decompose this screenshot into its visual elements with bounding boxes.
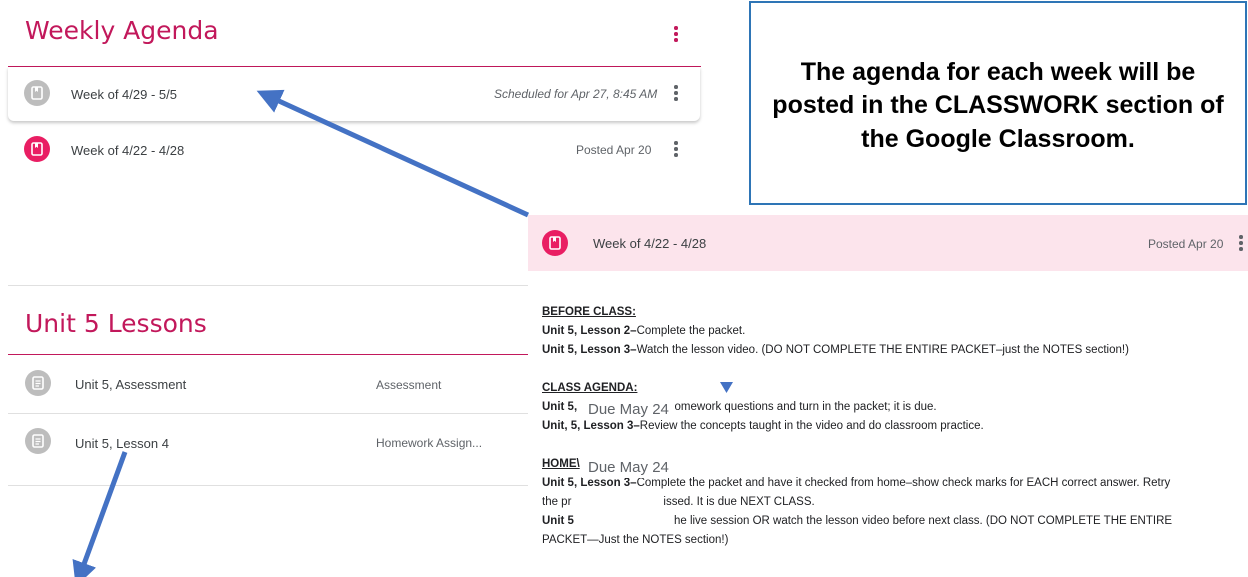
arrow-to-card	[256, 89, 530, 218]
arrow-down	[72, 451, 128, 577]
arrows-overlay	[72, 89, 530, 577]
